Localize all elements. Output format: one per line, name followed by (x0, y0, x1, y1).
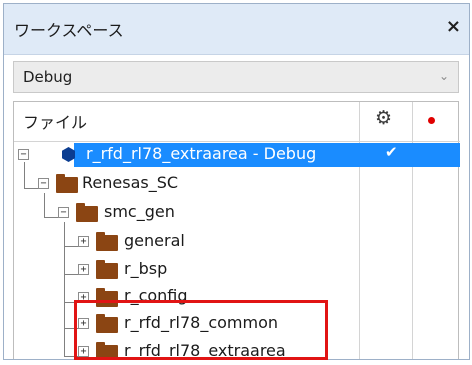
folder-icon (76, 203, 98, 222)
tree-node-smc-gen[interactable]: smc_gen (104, 202, 175, 221)
tree-node-r-bsp[interactable]: r_bsp (124, 259, 167, 278)
tree-node-general[interactable]: general (124, 231, 185, 250)
header-divider (14, 141, 460, 142)
title-bar: ワークスペース × (4, 4, 469, 55)
tree-line (44, 217, 59, 218)
project-node[interactable]: r_rfd_rl78_extraarea - Debug (86, 144, 316, 163)
gear-icon[interactable]: ⚙ (375, 107, 392, 129)
tree-line (64, 274, 79, 275)
tree-line (24, 162, 25, 188)
tree-line (44, 193, 45, 217)
highlight-annotation-box (74, 300, 328, 360)
chevron-down-icon[interactable]: ⌄ (439, 69, 449, 83)
red-dot-icon[interactable] (428, 117, 435, 124)
folder-icon (96, 260, 118, 279)
expand-icon[interactable]: + (78, 236, 89, 247)
tree-line (64, 222, 65, 357)
tree-line (24, 188, 39, 189)
configuration-select[interactable]: Debug ⌄ (13, 61, 459, 93)
configuration-value: Debug (23, 68, 73, 86)
tree-line (64, 246, 79, 247)
tree-node-renesas-sc[interactable]: Renesas_SC (82, 173, 178, 192)
collapse-icon[interactable]: − (58, 207, 69, 218)
collapse-icon[interactable]: − (38, 178, 49, 189)
close-icon[interactable]: × (446, 16, 461, 37)
panel-title: ワークスペース (14, 21, 124, 40)
expand-icon[interactable]: + (78, 264, 89, 275)
folder-icon (56, 174, 78, 193)
folder-icon (96, 232, 118, 251)
collapse-icon[interactable]: − (18, 149, 29, 160)
check-icon[interactable]: ✔ (385, 143, 398, 161)
file-column-header: ファイル (23, 113, 88, 132)
